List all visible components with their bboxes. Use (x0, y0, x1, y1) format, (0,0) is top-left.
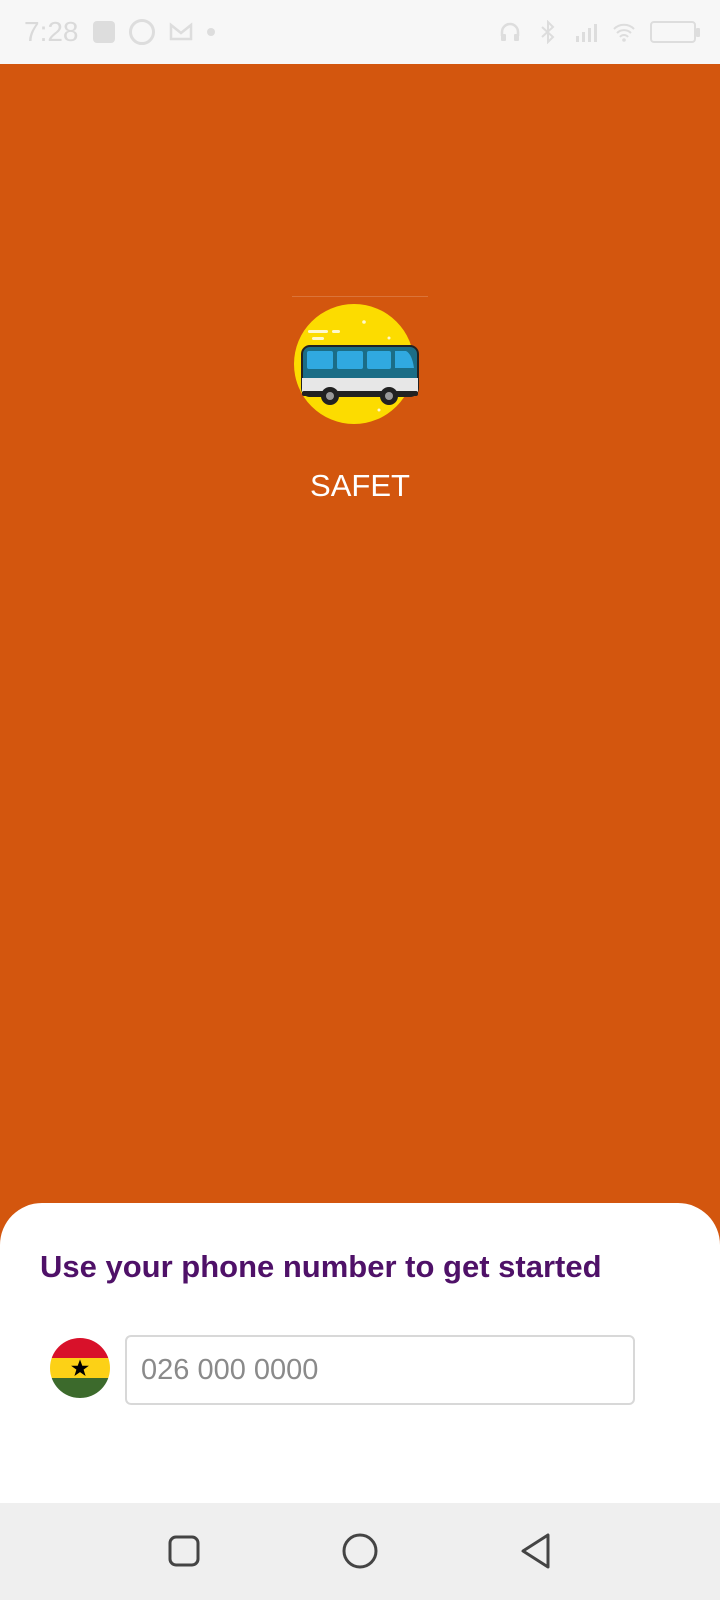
whatsapp-icon (128, 19, 155, 45)
recents-button[interactable] (164, 1531, 204, 1571)
sheet-title: Use your phone number to get started (40, 1249, 602, 1284)
signal-icon (576, 24, 597, 42)
status-right (498, 20, 700, 44)
back-button[interactable] (516, 1531, 556, 1571)
wifi-icon (613, 23, 635, 42)
nav-bar (0, 1503, 720, 1600)
ghana-flag-icon[interactable] (50, 1338, 110, 1398)
status-time: 7:28 (24, 16, 79, 47)
phone-number-input[interactable] (125, 1335, 635, 1405)
dot-icon (206, 28, 215, 36)
recents-icon (168, 1535, 200, 1567)
logo-divider (292, 296, 428, 297)
phone-sheet: Use your phone number to get started (0, 1203, 720, 1503)
gmail-icon (169, 22, 192, 41)
bus-icon (294, 304, 419, 424)
battery-icon (650, 21, 700, 43)
status-left: 7:28 (24, 16, 215, 48)
home-icon (342, 1533, 378, 1569)
splash-area: SAFET (0, 64, 720, 1204)
app-name: SAFET (310, 468, 410, 503)
headset-icon (500, 22, 520, 41)
home-button[interactable] (340, 1531, 380, 1571)
back-icon (521, 1533, 550, 1569)
bluetooth-icon (541, 20, 555, 44)
notification-icon (92, 21, 115, 43)
status-bar: 7:28 (0, 0, 720, 64)
